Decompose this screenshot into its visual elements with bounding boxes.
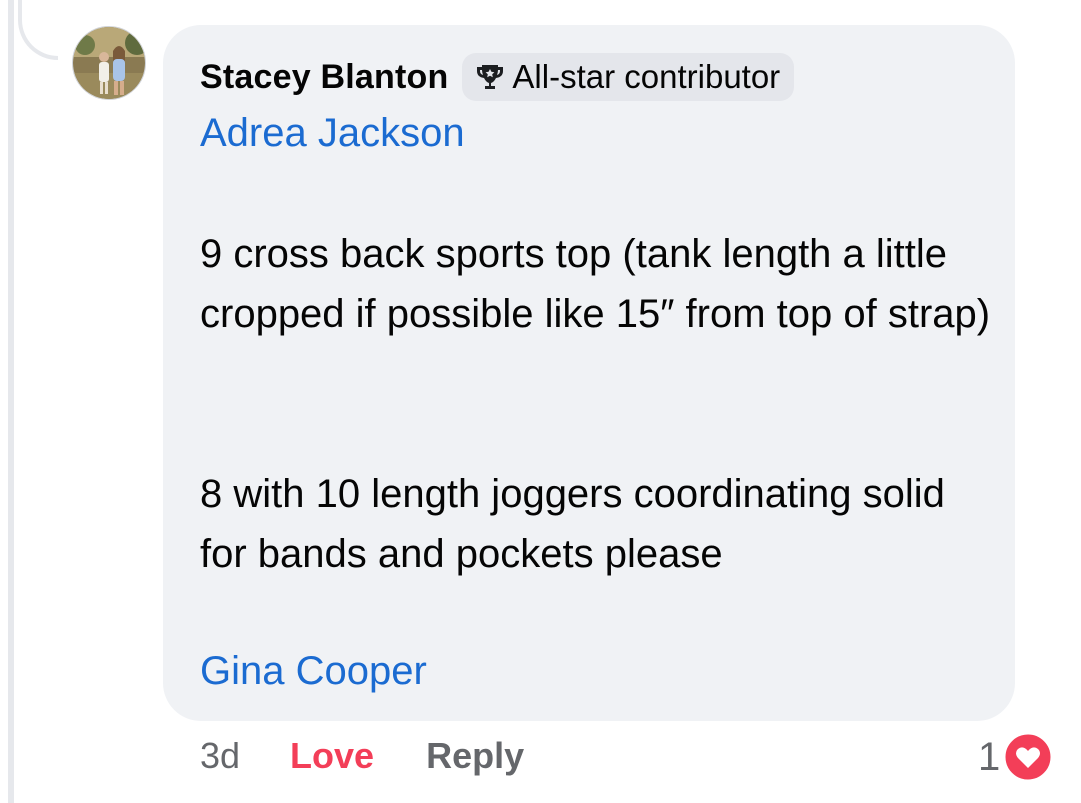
reaction-count: 1 xyxy=(978,734,1001,779)
author-name[interactable]: Stacey Blanton xyxy=(200,58,448,97)
heart-reaction-icon xyxy=(1002,731,1054,783)
trophy-icon xyxy=(474,61,506,93)
comment-actions: 3d Love Reply xyxy=(200,735,524,777)
badge-label: All-star contributor xyxy=(512,58,781,95)
thread-line xyxy=(8,0,14,803)
love-button[interactable]: Love xyxy=(290,735,374,777)
comment-bubble: Stacey Blanton All-star contributor Adre… xyxy=(163,25,1015,721)
mention-gina-cooper[interactable]: Gina Cooper xyxy=(200,649,427,694)
reaction-summary[interactable]: 1 xyxy=(978,731,1054,783)
comment-paragraph-1: 9 cross back sports top (tank length a l… xyxy=(200,232,991,336)
avatar-photo xyxy=(73,27,145,99)
contributor-badge[interactable]: All-star contributor xyxy=(462,53,795,101)
comment-view: Stacey Blanton All-star contributor Adre… xyxy=(0,0,1081,803)
avatar[interactable] xyxy=(72,26,146,100)
reply-button[interactable]: Reply xyxy=(426,735,524,777)
thread-connector xyxy=(18,0,58,60)
timestamp[interactable]: 3d xyxy=(200,735,240,777)
mention-adrea-jackson[interactable]: Adrea Jackson xyxy=(200,111,465,156)
comment-paragraph-2: 8 with 10 length joggers coordinating so… xyxy=(200,472,945,576)
author-row: Stacey Blanton All-star contributor xyxy=(200,53,795,101)
